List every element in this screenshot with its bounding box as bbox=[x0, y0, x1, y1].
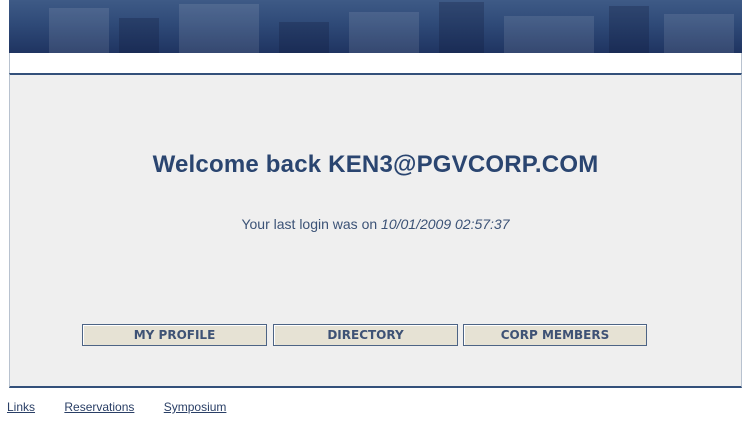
my-profile-button[interactable]: MY PROFILE bbox=[82, 324, 267, 346]
corp-members-button[interactable]: CORP MEMBERS bbox=[463, 324, 647, 346]
directory-button[interactable]: DIRECTORY bbox=[273, 324, 458, 346]
page: Welcome back KEN3@PGVCORP.COM Your last … bbox=[0, 0, 744, 428]
header-spacer bbox=[9, 53, 742, 73]
footer-link-links[interactable]: Links bbox=[7, 400, 35, 414]
last-login-label: Your last login was on bbox=[241, 216, 378, 232]
last-login-timestamp: 10/01/2009 02:57:37 bbox=[381, 216, 510, 232]
footer-links: Links Reservations Symposium bbox=[7, 400, 252, 418]
last-login-text: Your last login was on 10/01/2009 02:57:… bbox=[10, 216, 741, 232]
welcome-email: KEN3@PGVCORP.COM bbox=[328, 151, 599, 178]
footer-link-reservations[interactable]: Reservations bbox=[64, 400, 134, 414]
welcome-heading: Welcome back KEN3@PGVCORP.COM bbox=[10, 151, 741, 179]
header-banner-image bbox=[9, 0, 742, 53]
welcome-prefix: Welcome back bbox=[152, 151, 322, 178]
footer-link-symposium[interactable]: Symposium bbox=[164, 400, 227, 414]
welcome-panel: Welcome back KEN3@PGVCORP.COM Your last … bbox=[9, 73, 742, 388]
